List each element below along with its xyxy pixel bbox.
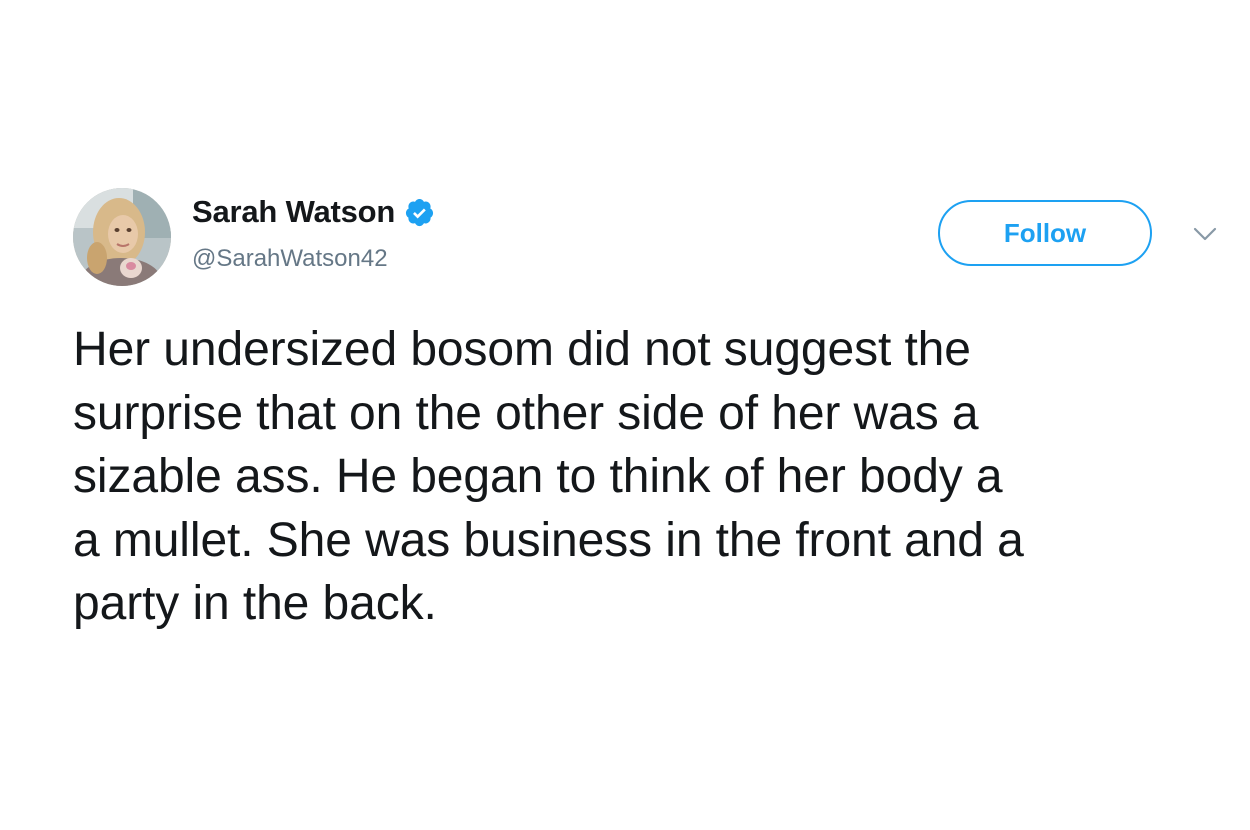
author-name-row: Sarah Watson [192, 192, 435, 232]
avatar-image [73, 188, 171, 286]
tweet-card: Sarah Watson @SarahWatson42 Follow Her u… [0, 0, 1250, 830]
user-handle[interactable]: @SarahWatson42 [192, 245, 388, 273]
chevron-down-icon[interactable] [1192, 224, 1218, 244]
follow-button[interactable]: Follow [938, 200, 1152, 266]
verified-badge-icon [404, 197, 435, 228]
display-name[interactable]: Sarah Watson [192, 194, 395, 230]
avatar[interactable] [73, 188, 171, 286]
tweet-text: Her undersized bosom did not suggest the… [73, 323, 1024, 630]
